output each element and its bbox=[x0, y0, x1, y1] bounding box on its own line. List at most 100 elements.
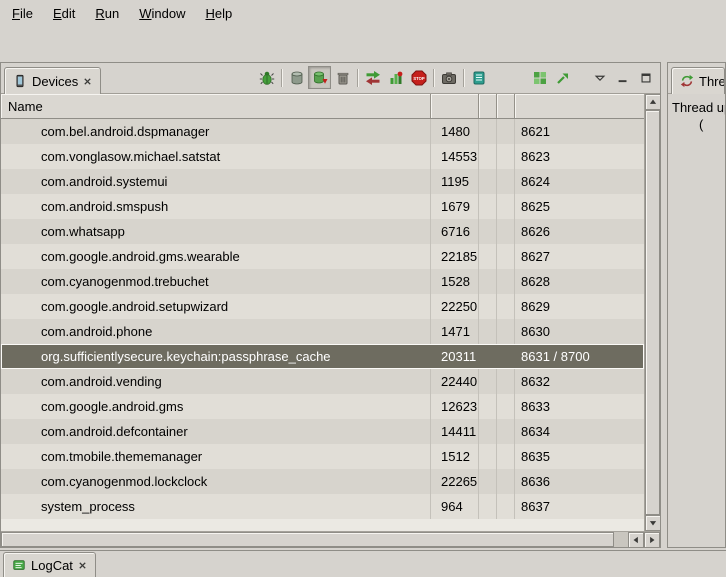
empty-cell bbox=[479, 294, 497, 319]
arrow-right-icon bbox=[647, 535, 657, 545]
table-row[interactable]: com.android.smspush 1679 8625 bbox=[1, 194, 644, 219]
dump-hprof-button[interactable] bbox=[308, 66, 331, 89]
table-row[interactable]: com.google.android.setupwizard 22250 862… bbox=[1, 294, 644, 319]
close-icon[interactable] bbox=[78, 561, 87, 570]
threads-panel: Threads Thread up ( bbox=[667, 62, 726, 548]
table-row[interactable]: org.sufficientlysecure.keychain:passphra… bbox=[1, 344, 644, 369]
menu-item-run[interactable]: Run bbox=[85, 2, 129, 25]
column-header-port[interactable] bbox=[515, 94, 644, 118]
system-info-button[interactable] bbox=[551, 66, 574, 89]
empty-cell bbox=[497, 219, 515, 244]
tab-logcat[interactable]: LogCat bbox=[3, 552, 96, 577]
process-pid: 22265 bbox=[431, 469, 479, 494]
close-icon[interactable] bbox=[83, 77, 92, 86]
process-port: 8632 bbox=[515, 369, 644, 394]
process-name: com.cyanogenmod.trebuchet bbox=[1, 269, 431, 294]
process-name: com.google.android.gms bbox=[1, 394, 431, 419]
scroll-down-button[interactable] bbox=[645, 515, 660, 531]
process-pid: 22185 bbox=[431, 244, 479, 269]
table-row[interactable]: com.bel.android.dspmanager 1480 8621 bbox=[1, 119, 644, 144]
threads-message: Thread up ( bbox=[668, 94, 725, 133]
column-header-name[interactable]: Name bbox=[1, 94, 431, 118]
table-row[interactable]: com.android.vending 22440 8632 bbox=[1, 369, 644, 394]
table-row[interactable]: com.cyanogenmod.trebuchet 1528 8628 bbox=[1, 269, 644, 294]
stop-process-button[interactable]: STOP bbox=[407, 66, 430, 89]
process-name: com.android.phone bbox=[1, 319, 431, 344]
tracer-button[interactable] bbox=[528, 66, 551, 89]
view-menu-button[interactable] bbox=[588, 66, 611, 89]
process-pid: 14411 bbox=[431, 419, 479, 444]
process-name: com.vonglasow.michael.satstat bbox=[1, 144, 431, 169]
arrow-left-icon bbox=[631, 535, 641, 545]
scroll-left-button[interactable] bbox=[628, 532, 644, 547]
hierarchy-view-button[interactable] bbox=[467, 66, 490, 89]
empty-cell bbox=[479, 144, 497, 169]
process-port: 8637 bbox=[515, 494, 644, 519]
empty-cell bbox=[479, 344, 497, 369]
empty-cell bbox=[479, 319, 497, 344]
screen-capture-button[interactable] bbox=[437, 66, 460, 89]
process-port: 8636 bbox=[515, 469, 644, 494]
threads-message-line1: Thread up bbox=[672, 99, 723, 116]
table-row[interactable]: com.google.android.gms 12623 8633 bbox=[1, 394, 644, 419]
debug-process-button[interactable] bbox=[255, 66, 278, 89]
process-port: 8625 bbox=[515, 194, 644, 219]
scroll-right-button[interactable] bbox=[644, 532, 660, 547]
empty-cell bbox=[479, 194, 497, 219]
process-port: 8628 bbox=[515, 269, 644, 294]
table-row[interactable]: com.vonglasow.michael.satstat 14553 8623 bbox=[1, 144, 644, 169]
table-row[interactable]: com.whatsapp 6716 8626 bbox=[1, 219, 644, 244]
empty-cell bbox=[479, 444, 497, 469]
process-pid: 14553 bbox=[431, 144, 479, 169]
vertical-scrollbar[interactable] bbox=[644, 94, 660, 531]
tab-devices[interactable]: Devices bbox=[4, 67, 101, 94]
devices-panel: Devices bbox=[0, 62, 661, 548]
table-row[interactable]: com.tmobile.thememanager 1512 8635 bbox=[1, 444, 644, 469]
process-name: com.android.vending bbox=[1, 369, 431, 394]
menu-item-help[interactable]: Help bbox=[195, 2, 242, 25]
threads-message-line2: ( bbox=[672, 116, 723, 133]
device-table: Name com.bel.android.dspmanager 1480 862… bbox=[1, 94, 660, 547]
column-header-pid[interactable] bbox=[431, 94, 479, 118]
update-threads-button[interactable] bbox=[361, 66, 384, 89]
empty-cell bbox=[497, 444, 515, 469]
tab-label: Threads bbox=[699, 74, 725, 89]
horizontal-scrollbar[interactable] bbox=[1, 531, 660, 547]
menu-item-window[interactable]: Window bbox=[129, 2, 195, 25]
table-row[interactable]: com.android.phone 1471 8630 bbox=[1, 319, 644, 344]
empty-cell bbox=[497, 194, 515, 219]
update-heap-button[interactable] bbox=[285, 66, 308, 89]
table-row[interactable]: com.android.defcontainer 14411 8634 bbox=[1, 419, 644, 444]
cause-gc-button[interactable] bbox=[331, 66, 354, 89]
table-row[interactable]: com.cyanogenmod.lockclock 22265 8636 bbox=[1, 469, 644, 494]
process-pid: 6716 bbox=[431, 219, 479, 244]
process-port: 8629 bbox=[515, 294, 644, 319]
toolbar-separator bbox=[463, 69, 464, 87]
menu-item-edit[interactable]: Edit bbox=[43, 2, 85, 25]
table-row[interactable]: com.google.android.gms.wearable 22185 86… bbox=[1, 244, 644, 269]
scroll-track[interactable] bbox=[614, 532, 628, 547]
table-row[interactable]: system_process 964 8637 bbox=[1, 494, 644, 519]
minimize-button[interactable] bbox=[611, 66, 634, 89]
process-name: com.whatsapp bbox=[1, 219, 431, 244]
menu-item-file[interactable]: File bbox=[2, 2, 43, 25]
maximize-button[interactable] bbox=[634, 66, 657, 89]
vertical-scroll-thumb[interactable] bbox=[645, 110, 660, 515]
process-pid: 1195 bbox=[431, 169, 479, 194]
empty-cell bbox=[479, 269, 497, 294]
process-port: 8630 bbox=[515, 319, 644, 344]
horizontal-scroll-thumb[interactable] bbox=[1, 532, 614, 547]
process-port: 8634 bbox=[515, 419, 644, 444]
column-header-3[interactable] bbox=[497, 94, 515, 118]
empty-cell bbox=[497, 294, 515, 319]
threads-tabbar: Threads bbox=[668, 63, 725, 94]
method-profiling-button[interactable] bbox=[384, 66, 407, 89]
devices-view-toolbar: STOP bbox=[255, 66, 657, 89]
scroll-up-button[interactable] bbox=[645, 94, 660, 110]
column-header-2[interactable] bbox=[479, 94, 497, 118]
arrow-down-icon bbox=[648, 518, 658, 528]
tab-threads[interactable]: Threads bbox=[671, 67, 725, 94]
process-pid: 22440 bbox=[431, 369, 479, 394]
empty-cell bbox=[479, 419, 497, 444]
table-row[interactable]: com.android.systemui 1195 8624 bbox=[1, 169, 644, 194]
